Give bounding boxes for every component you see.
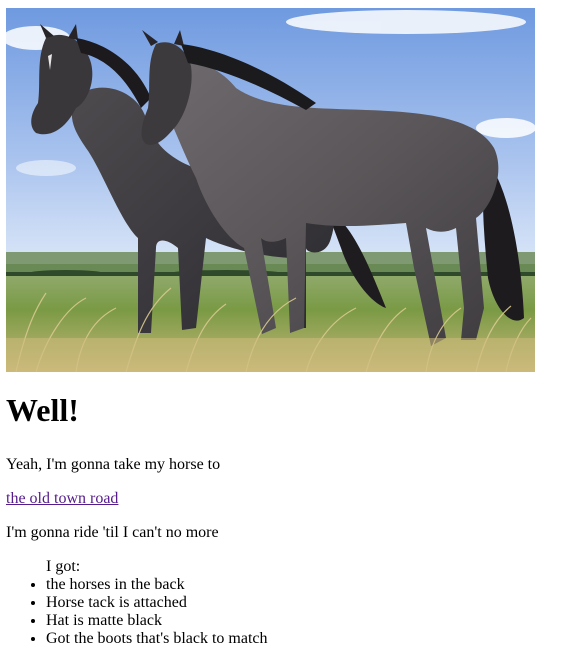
lyric-line-2: the old town road (6, 490, 118, 508)
old-town-road-link[interactable]: the old town road (6, 490, 118, 507)
page: Well! Yeah, I'm gonna take my horse to t… (0, 0, 581, 666)
horses-photo (6, 8, 535, 372)
list-item: the horses in the back (46, 576, 268, 594)
list-item: Hat is matte black (46, 612, 268, 630)
list-intro: I got: (46, 558, 81, 575)
list-item: Got the boots that's black to match (46, 630, 268, 648)
items-list-section: I got: the horses in the back Horse tack… (0, 558, 268, 648)
lyric-line-3: I'm gonna ride 'til I can't no more (6, 524, 219, 541)
items-list: I got: the horses in the back Horse tack… (0, 558, 268, 648)
lyric-line-1: Yeah, I'm gonna take my horse to (6, 456, 221, 473)
page-heading: Well! (6, 392, 79, 428)
list-item: Horse tack is attached (46, 594, 268, 612)
